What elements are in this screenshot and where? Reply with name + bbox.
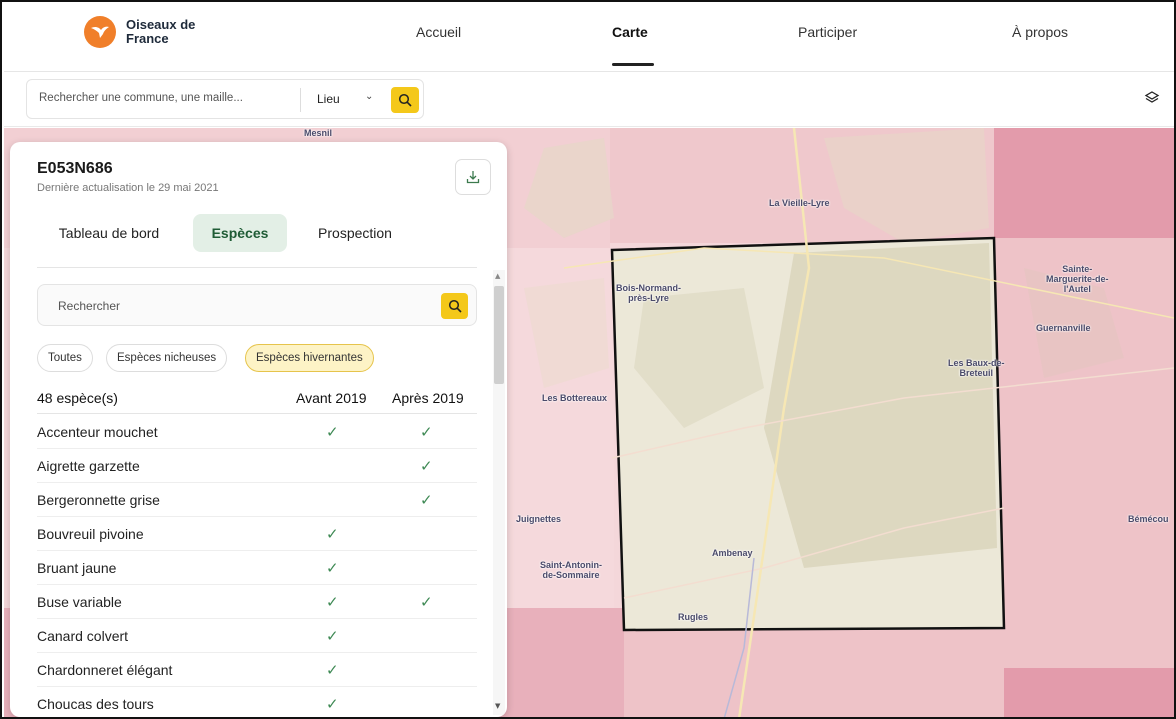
- species-row[interactable]: Bergeronnette grise ✓: [37, 483, 477, 517]
- check-icon: ✓: [326, 696, 339, 713]
- species-list-header: 48 espèce(s) Avant 2019 Après 2019: [37, 388, 477, 414]
- filter-especes-hivernantes[interactable]: Espèces hivernantes: [245, 344, 374, 372]
- map-label-rugles: Rugles: [678, 612, 709, 622]
- map-label-ambenay: Ambenay: [712, 548, 753, 558]
- species-name: Chardonneret élégant: [37, 662, 173, 678]
- nav-a-propos[interactable]: À propos: [1012, 24, 1068, 40]
- species-name: Bergeronnette grise: [37, 492, 160, 508]
- nav-accueil[interactable]: Accueil: [416, 24, 461, 40]
- cell-id-title: E053N686: [37, 160, 113, 177]
- species-search-input[interactable]: Rechercher: [58, 299, 120, 313]
- species-row[interactable]: Canard colvert ✓: [37, 619, 477, 653]
- check-icon: ✓: [326, 628, 339, 645]
- app-window: Oiseaux de France Accueil Carte Particip…: [0, 0, 1176, 719]
- map-label-les-baux: Les Baux-de- Breteuil: [948, 358, 1005, 378]
- check-icon: ✓: [326, 526, 339, 543]
- download-button[interactable]: [455, 159, 491, 195]
- species-name: Bouvreuil pivoine: [37, 526, 144, 542]
- check-icon: ✓: [420, 424, 433, 441]
- species-row[interactable]: Accenteur mouchet ✓ ✓: [37, 415, 477, 449]
- scroll-up-arrow-icon[interactable]: ▲: [495, 272, 500, 280]
- map-label-juignettes: Juignettes: [516, 514, 562, 524]
- tabs-divider: [37, 267, 477, 268]
- species-name: Canard colvert: [37, 628, 129, 644]
- column-avant-2019[interactable]: Avant 2019: [296, 390, 367, 406]
- check-icon: ✓: [326, 424, 339, 441]
- map-label-mesnil: Mesnil: [304, 128, 333, 138]
- species-search-button[interactable]: [441, 293, 468, 319]
- species-row[interactable]: Bouvreuil pivoine ✓: [37, 517, 477, 551]
- species-name: Buse variable: [37, 594, 122, 610]
- map-search-bar: Rechercher une commune, une maille... Li…: [4, 73, 1174, 127]
- species-row[interactable]: Buse variable ✓ ✓: [37, 585, 477, 619]
- search-separator: [300, 88, 301, 112]
- nav-carte[interactable]: Carte: [612, 24, 648, 40]
- map-label-bois-normand: Bois-Normand- près-Lyre: [616, 283, 681, 303]
- check-icon: ✓: [420, 458, 433, 475]
- map-label-saint-antonin: Saint-Antonin- de-Sommaire: [540, 560, 602, 580]
- panel-scrollbar[interactable]: ▲ ▼: [493, 270, 505, 715]
- nav-participer[interactable]: Participer: [798, 24, 857, 40]
- species-name: Bruant jaune: [37, 560, 117, 576]
- map-label-les-bottereaux: Les Bottereaux: [542, 393, 608, 403]
- tab-especes[interactable]: Espèces: [193, 214, 287, 252]
- filter-especes-nicheuses[interactable]: Espèces nicheuses: [106, 344, 228, 372]
- check-icon: ✓: [326, 594, 339, 611]
- download-icon: [466, 171, 480, 184]
- species-row[interactable]: Aigrette garzette ✓: [37, 449, 477, 483]
- search-type-select[interactable]: Lieu: [317, 92, 340, 106]
- check-icon: ✓: [420, 492, 433, 509]
- top-navigation: Oiseaux de France Accueil Carte Particip…: [4, 4, 1174, 72]
- search-button[interactable]: [391, 87, 419, 113]
- bird-logo-icon: [84, 16, 116, 48]
- species-count: 48 espèce(s): [37, 390, 118, 406]
- tab-prospection[interactable]: Prospection: [300, 214, 410, 252]
- brand-logo[interactable]: Oiseaux de France: [84, 16, 206, 48]
- species-row[interactable]: Chardonneret élégant ✓: [37, 653, 477, 687]
- chevron-down-icon[interactable]: ⌄: [365, 91, 373, 102]
- species-search: Rechercher: [37, 284, 477, 326]
- brand-name: Oiseaux de France: [126, 17, 196, 46]
- search-input[interactable]: Rechercher une commune, une maille...: [39, 92, 243, 104]
- cell-detail-panel: E053N686 Dernière actualisation le 29 ma…: [10, 142, 507, 717]
- scrollbar-thumb[interactable]: [494, 286, 504, 384]
- check-icon: ✓: [326, 662, 339, 679]
- check-icon: ✓: [326, 560, 339, 577]
- search-icon: [448, 299, 462, 313]
- map-label-guernanville: Guernanville: [1036, 323, 1091, 333]
- map-label-bemecourt: Bémécou: [1128, 514, 1169, 524]
- search-icon: [398, 93, 412, 107]
- tab-tableau-de-bord[interactable]: Tableau de bord: [39, 214, 179, 252]
- species-row[interactable]: Choucas des tours ✓: [37, 687, 477, 717]
- map-label-la-vieille-lyre: La Vieille-Lyre: [769, 198, 830, 208]
- active-nav-indicator: [612, 63, 654, 66]
- last-update-text: Dernière actualisation le 29 mai 2021: [37, 182, 219, 194]
- map-label-sainte-marguerite: Sainte- Marguerite-de- l'Autel: [1046, 264, 1109, 294]
- species-name: Accenteur mouchet: [37, 424, 158, 440]
- location-search: Rechercher une commune, une maille... Li…: [26, 79, 424, 119]
- check-icon: ✓: [420, 594, 433, 611]
- species-name: Choucas des tours: [37, 696, 154, 712]
- filter-toutes[interactable]: Toutes: [37, 344, 93, 372]
- scroll-down-arrow-icon[interactable]: ▼: [495, 702, 500, 710]
- species-name: Aigrette garzette: [37, 458, 140, 474]
- column-apres-2019[interactable]: Après 2019: [392, 390, 464, 406]
- species-row[interactable]: Bruant jaune ✓: [37, 551, 477, 585]
- layers-icon[interactable]: [1144, 90, 1160, 110]
